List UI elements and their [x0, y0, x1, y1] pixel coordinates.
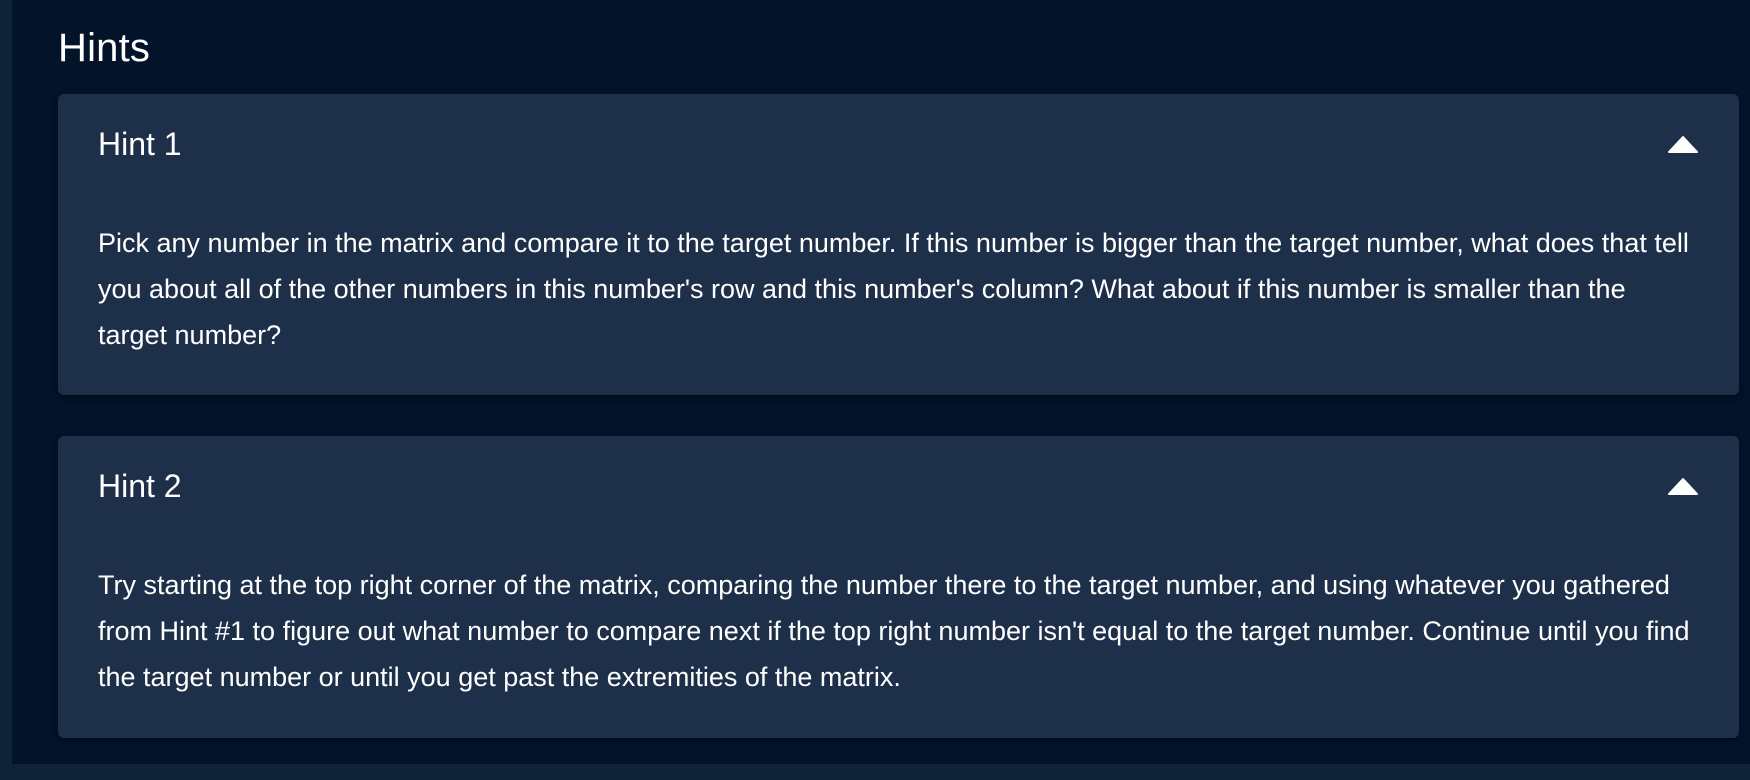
hint-card-2: Hint 2 Try starting at the top right cor…	[58, 436, 1739, 738]
caret-up-icon[interactable]	[1667, 476, 1699, 496]
hint-2-label: Hint 2	[98, 468, 182, 504]
hint-card-1: Hint 1 Pick any number in the matrix and…	[58, 94, 1739, 395]
hint-1-label: Hint 1	[98, 126, 182, 162]
hints-title: Hints	[58, 26, 151, 70]
hint-2-header[interactable]: Hint 2	[98, 466, 1699, 506]
hint-1-body: Pick any number in the matrix and compar…	[98, 228, 1689, 350]
hint-2-body: Try starting at the top right corner of …	[98, 570, 1690, 692]
caret-up-icon[interactable]	[1667, 134, 1699, 154]
hint-1-header[interactable]: Hint 1	[98, 124, 1699, 164]
hints-panel: Hints Hint 1 Pick any number in the matr…	[12, 0, 1750, 764]
